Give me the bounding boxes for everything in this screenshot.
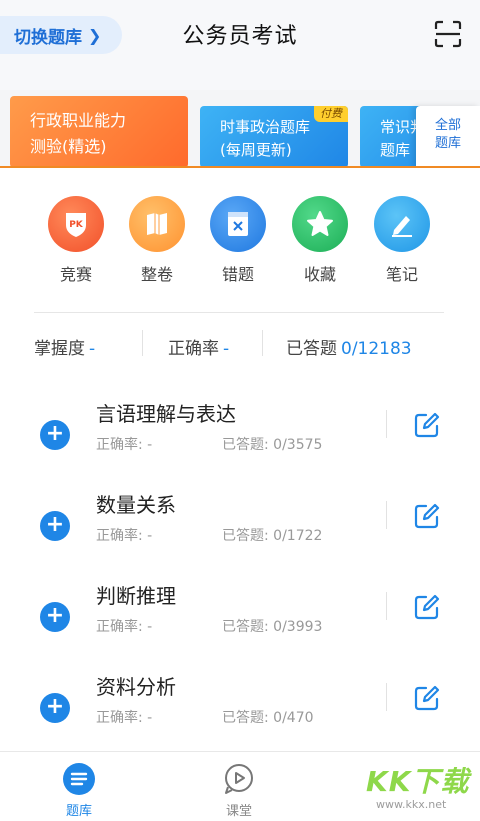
all-banks-line2: 题库 (434, 136, 461, 151)
expand-icon[interactable]: + (40, 420, 70, 450)
stat-label: 已答题 (286, 339, 337, 359)
quick-item-wrong[interactable]: 错题 (198, 196, 278, 285)
edit-icon[interactable] (412, 592, 442, 622)
quick-item-paper[interactable]: 整卷 (117, 196, 197, 285)
bank-card-subtitle: (每周更新) (220, 141, 292, 159)
stat-separator (262, 330, 263, 356)
stat-label: 掌握度 (34, 339, 85, 359)
category-name: 数量关系 (96, 493, 176, 517)
tab-question-bank[interactable]: 题库 (39, 762, 119, 819)
category-answered: 已答题: 0/1722 (222, 528, 323, 544)
tab-label: 题库 (65, 804, 92, 819)
main-panel: PK 竞赛 整卷 错题 收藏 笔记 掌握度 - 正确率 - 已答题 0/1218… (0, 168, 480, 751)
scan-icon[interactable] (434, 20, 462, 48)
divider (386, 592, 387, 620)
stat-value: - (223, 339, 230, 359)
quick-label: 笔记 (385, 265, 418, 284)
stats-row: 掌握度 - 正确率 - 已答题 0/12183 (0, 328, 480, 362)
quick-label: 错题 (221, 265, 254, 284)
divider (386, 501, 387, 529)
watermark-logo: KK下载 www.kkx.net (350, 758, 470, 816)
all-banks-button[interactable]: 全部 题库 (416, 106, 480, 168)
list-item[interactable]: + 言语理解与表达 正确率: - 已答题: 0/3575 (0, 390, 480, 480)
tab-classroom[interactable]: 课堂 (199, 762, 279, 819)
list-item[interactable]: + 数量关系 正确率: - 已答题: 0/1722 (0, 481, 480, 571)
book-icon (129, 196, 185, 252)
list-item[interactable]: + 判断推理 正确率: - 已答题: 0/3993 (0, 572, 480, 662)
tab-label: 课堂 (225, 804, 252, 819)
category-name: 言语理解与表达 (96, 402, 236, 426)
pen-icon (374, 196, 430, 252)
bank-card-subtitle: 测验(精选) (30, 137, 107, 156)
divider (386, 683, 387, 711)
edit-icon[interactable] (412, 410, 442, 440)
quick-label: 收藏 (303, 265, 336, 284)
all-banks-line1: 全部 (434, 118, 461, 133)
category-accuracy: 正确率: - (96, 437, 153, 453)
category-answered: 已答题: 0/3575 (222, 437, 323, 453)
watermark-text: KK下载 (366, 765, 470, 798)
quick-item-notes[interactable]: 笔记 (362, 196, 442, 285)
category-answered: 已答题: 0/3993 (222, 619, 323, 635)
quick-actions: PK 竞赛 整卷 错题 收藏 笔记 (0, 196, 480, 286)
quick-item-favorite[interactable]: 收藏 (280, 196, 360, 285)
category-name: 判断推理 (96, 584, 176, 608)
quick-label: 竞赛 (59, 265, 92, 284)
stat-accuracy: 正确率 - (168, 334, 229, 359)
bank-carousel: 行政职业能力 测验(精选) 时事政治题库 (每周更新) 付费 常识判 题库 全部… (0, 90, 480, 168)
paid-badge: 付费 (314, 106, 348, 122)
wrong-icon (210, 196, 266, 252)
bottom-nav: 题库 课堂 KK下载 www.kkx.net (0, 751, 480, 821)
divider (386, 410, 387, 438)
star-icon (292, 196, 348, 252)
category-accuracy: 正确率: - (96, 710, 153, 726)
watermark-url: www.kkx.net (376, 798, 447, 811)
quick-item-contest[interactable]: PK 竞赛 (36, 196, 116, 285)
expand-icon[interactable]: + (40, 693, 70, 723)
stat-answered: 已答题 0/12183 (286, 334, 412, 359)
pk-icon: PK (48, 196, 104, 252)
stat-label: 正确率 (168, 339, 219, 359)
edit-icon[interactable] (412, 683, 442, 713)
bank-card-politics[interactable]: 时事政治题库 (每周更新) 付费 (200, 106, 348, 168)
category-accuracy: 正确率: - (96, 528, 153, 544)
divider (34, 312, 444, 313)
edit-icon[interactable] (412, 501, 442, 531)
stat-separator (142, 330, 143, 356)
bank-card-admin[interactable]: 行政职业能力 测验(精选) (10, 96, 188, 168)
play-icon (225, 764, 253, 794)
bank-card-title: 行政职业能力 (30, 111, 127, 130)
expand-icon[interactable]: + (40, 511, 70, 541)
category-name: 资料分析 (96, 675, 176, 699)
header: 切换题库 ❯ 公务员考试 (0, 0, 480, 90)
list-icon (63, 763, 95, 795)
page-title: 公务员考试 (182, 24, 298, 49)
svg-text:PK: PK (69, 220, 84, 230)
list-item[interactable]: + 资料分析 正确率: - 已答题: 0/470 (0, 663, 480, 753)
stat-value: - (89, 339, 96, 359)
stat-value: 0/12183 (341, 339, 412, 359)
category-accuracy: 正确率: - (96, 619, 153, 635)
quick-label: 整卷 (140, 265, 173, 284)
stat-mastery: 掌握度 - (34, 334, 95, 359)
category-answered: 已答题: 0/470 (222, 710, 314, 726)
expand-icon[interactable]: + (40, 602, 70, 632)
